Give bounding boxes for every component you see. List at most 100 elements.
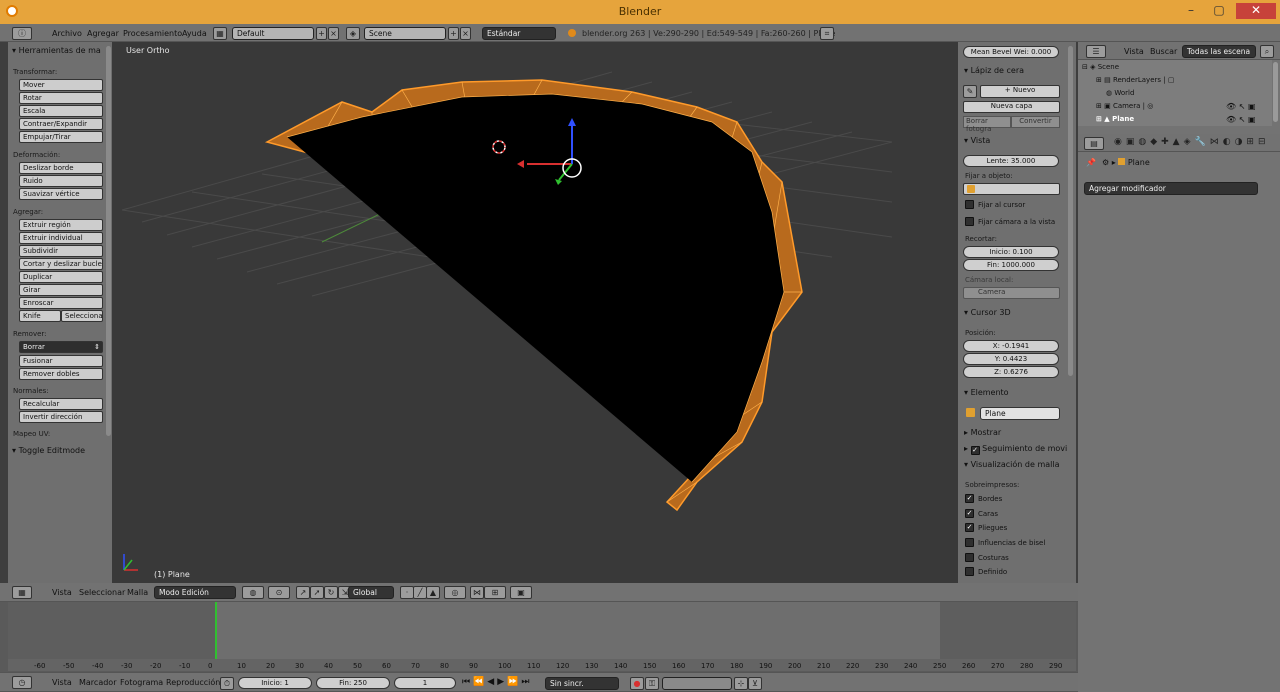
maximize-button[interactable]: ▢ <box>1206 3 1232 19</box>
recalculate-button[interactable]: Recalcular <box>19 398 103 410</box>
edges-checkbox[interactable]: ✓ <box>965 494 974 503</box>
layout-remove-icon[interactable]: × <box>328 27 339 40</box>
scale-button[interactable]: Escala <box>19 105 103 117</box>
pencil-icon[interactable]: ✎ <box>963 85 977 98</box>
edge-select-icon[interactable]: ╱ <box>413 586 427 599</box>
current-frame-line[interactable] <box>215 602 217 659</box>
toolshelf-title[interactable]: ▾ Herramientas de ma <box>12 46 101 55</box>
loop-cut-button[interactable]: Cortar y deslizar bucle <box>19 258 103 270</box>
motion-tracking-panel[interactable]: ▸ ✓ Seguimiento de movi <box>964 444 1067 455</box>
outliner-scrollbar[interactable] <box>1273 62 1278 122</box>
preview-range-icon[interactable]: ⏱ <box>220 677 234 690</box>
translate-icon[interactable]: ➚ <box>310 586 324 599</box>
motion-tracking-checkbox[interactable]: ✓ <box>970 446 980 455</box>
end-frame-field[interactable]: Fin: 250 <box>316 677 390 689</box>
outliner-row-plane[interactable]: ⊞ ▲ Plane <box>1096 115 1134 123</box>
mean-bevel-field[interactable]: Mean Bevel Wei: 0.000 <box>963 46 1059 58</box>
keying-set-field[interactable] <box>662 677 732 690</box>
pin-icon[interactable]: 📌 <box>1086 158 1096 167</box>
rotate-button[interactable]: Rotar <box>19 92 103 104</box>
subdivide-button[interactable]: Subdividir <box>19 245 103 257</box>
extrude-individual-button[interactable]: Extruir individual <box>19 232 103 244</box>
lock-cursor-checkbox[interactable] <box>965 200 974 209</box>
toggle-editmode-panel[interactable]: ▾ Toggle Editmode <box>12 446 85 455</box>
render-preview-icon[interactable]: ▣ <box>510 586 532 599</box>
mesh-display-panel[interactable]: ▾ Visualización de malla <box>964 460 1059 469</box>
delete-key-icon[interactable]: ⊻ <box>748 677 762 690</box>
outliner-row-scene[interactable]: ⊟ ◈ Scene <box>1082 63 1119 71</box>
lens-field[interactable]: Lente: 35.000 <box>963 155 1059 167</box>
proportional-edit-icon[interactable]: ◎ <box>444 586 466 599</box>
view3d-menu-view[interactable]: Vista <box>52 588 72 597</box>
layout-field[interactable]: Default <box>232 27 314 40</box>
view3d-type-icon[interactable]: ▦ <box>12 586 32 599</box>
sync-select[interactable]: Sin sincr. <box>545 677 619 690</box>
visibility-eye-icon[interactable]: 👁 ↖ ▣ <box>1226 102 1256 111</box>
timeline-menu-marker[interactable]: Marcador <box>79 678 116 687</box>
menu-procesamiento[interactable]: Procesamiento <box>123 29 182 38</box>
extrude-region-button[interactable]: Extruir región <box>19 219 103 231</box>
clip-start-field[interactable]: Inicio: 0.100 <box>963 246 1059 258</box>
scene-remove-icon[interactable]: × <box>460 27 471 40</box>
editor-type-icon[interactable]: ⓘ <box>12 27 32 40</box>
properties-type-icon[interactable]: ▤ <box>1084 137 1104 150</box>
duplicate-button[interactable]: Duplicar <box>19 271 103 283</box>
cursor-y-field[interactable]: Y: 0.4423 <box>963 353 1059 365</box>
lock-object-field[interactable] <box>963 183 1060 195</box>
sharp-checkbox[interactable] <box>965 567 974 576</box>
keying-icon[interactable]: ⚿ <box>645 677 659 690</box>
outliner-filter-select[interactable]: Todas las escena <box>1182 45 1256 58</box>
3d-viewport[interactable]: User Ortho (1) Plane <box>112 42 958 583</box>
menu-ayuda[interactable]: Ayuda <box>182 29 207 38</box>
knife-button[interactable]: Knife <box>19 310 61 322</box>
smooth-vertex-button[interactable]: Suavizar vértice <box>19 188 103 200</box>
local-camera-field[interactable]: Camera <box>963 287 1060 299</box>
bevel-weights-checkbox[interactable] <box>965 538 974 547</box>
scene-icon[interactable]: ◈ <box>346 27 360 40</box>
timeline-menu-frame[interactable]: Fotograma <box>120 678 163 687</box>
insert-key-icon[interactable]: ⊹ <box>734 677 748 690</box>
merge-button[interactable]: Fusionar <box>19 355 103 367</box>
layout-add-icon[interactable]: + <box>316 27 327 40</box>
seams-checkbox[interactable] <box>965 553 974 562</box>
screenshot-icon[interactable]: ⌗ <box>820 27 834 40</box>
minimize-button[interactable]: – <box>1178 3 1204 19</box>
timeline[interactable]: -60 -50 -40 -30 -20 -10 0 10 20 30 40 50 60 70 80 90 100… <box>0 602 1078 674</box>
outliner-type-icon[interactable]: ☰ <box>1086 45 1106 58</box>
edge-slide-button[interactable]: Deslizar borde <box>19 162 103 174</box>
layout-icon[interactable]: ▦ <box>213 27 227 40</box>
view3d-menu-mesh[interactable]: Malla <box>127 588 148 597</box>
outliner-menu-view[interactable]: Vista <box>1124 47 1144 56</box>
convert-button[interactable]: Convertir <box>1011 116 1060 128</box>
outliner-row-world[interactable]: ◍ World <box>1106 89 1134 97</box>
current-frame-field[interactable]: 1 <box>394 677 456 689</box>
properties-scrollbar[interactable] <box>1068 46 1073 376</box>
timeline-type-icon[interactable]: ◷ <box>12 676 32 689</box>
record-icon[interactable]: ● <box>630 677 644 690</box>
push-pull-button[interactable]: Empujar/Tirar <box>19 131 103 143</box>
cursor-z-field[interactable]: Z: 0.6276 <box>963 366 1059 378</box>
item-panel[interactable]: ▾ Elemento <box>964 388 1009 397</box>
flip-direction-button[interactable]: Invertir dirección <box>19 411 103 423</box>
menu-archivo[interactable]: Archivo <box>52 29 82 38</box>
lock-camera-checkbox[interactable] <box>965 217 974 226</box>
orientation-select[interactable]: Global <box>348 586 394 599</box>
outliner-row-camera[interactable]: ⊞ ▣ Camera | ◎ <box>1096 102 1153 110</box>
faces-checkbox[interactable]: ✓ <box>965 509 974 518</box>
timeline-menu-playback[interactable]: Reproducción <box>166 678 220 687</box>
outliner-row-renderlayers[interactable]: ⊞ ▤ RenderLayers | ▢ <box>1096 76 1174 84</box>
new-pencil-button[interactable]: + Nuevo <box>980 85 1060 98</box>
start-frame-field[interactable]: Inicio: 1 <box>238 677 312 689</box>
outliner-menu-search[interactable]: Buscar <box>1150 47 1177 56</box>
face-select-icon[interactable]: ▲ <box>426 586 440 599</box>
snap-icon[interactable]: ⋈ <box>470 586 484 599</box>
delete-frame-button[interactable]: Borrar fotogra <box>963 116 1011 133</box>
menu-agregar[interactable]: Agregar <box>87 29 119 38</box>
creases-checkbox[interactable]: ✓ <box>965 523 974 532</box>
spin-button[interactable]: Girar <box>19 284 103 296</box>
toolshelf-scrollbar[interactable] <box>106 46 111 436</box>
screw-button[interactable]: Enroscar <box>19 297 103 309</box>
playback-controls[interactable]: ⏮⏪◀▶⏩⏭ <box>462 677 532 687</box>
view-panel[interactable]: ▾ Vista <box>964 136 990 145</box>
grease-pencil-panel[interactable]: ▾ Lápiz de cera <box>964 66 1024 75</box>
